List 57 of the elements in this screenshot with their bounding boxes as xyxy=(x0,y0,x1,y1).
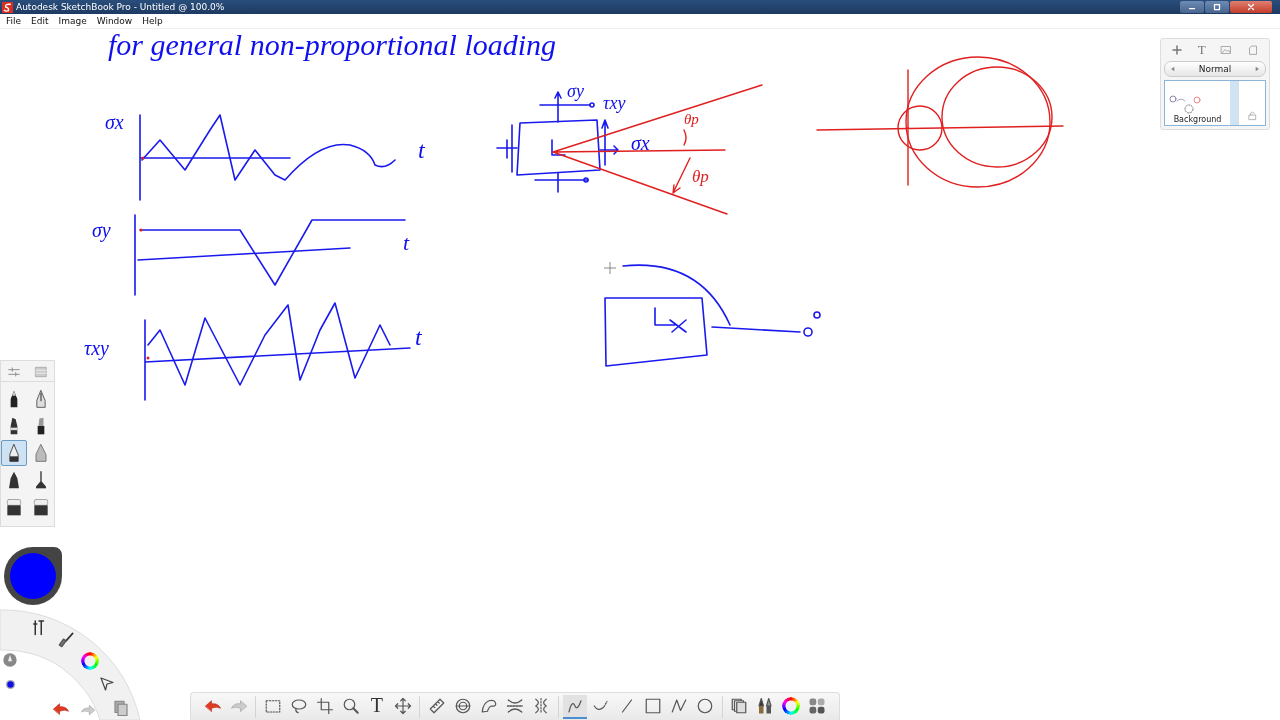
left-arrow-icon xyxy=(1169,65,1177,73)
text-tool-button[interactable]: T xyxy=(365,694,389,719)
cursor-icon xyxy=(603,261,617,275)
zoom-icon xyxy=(341,696,360,715)
close-icon xyxy=(1246,2,1256,12)
menu-item[interactable]: File xyxy=(2,16,26,26)
symmetry-icon xyxy=(532,696,550,715)
layer-item[interactable]: Background xyxy=(1164,80,1266,126)
freehand-stroke-button[interactable] xyxy=(563,694,587,719)
rectangle-icon xyxy=(644,696,663,715)
add-layer-icon[interactable] xyxy=(1171,44,1184,56)
blend-mode-selector[interactable]: Normal xyxy=(1164,61,1266,77)
window-title: Autodesk SketchBook Pro - Untitled @ 100.0% xyxy=(16,2,225,12)
copy-icon xyxy=(112,698,130,718)
minimize-button[interactable] xyxy=(1180,1,1204,13)
pointer-icon xyxy=(98,675,116,693)
handwritten-label: τxy xyxy=(84,338,109,358)
brush-tip-icon xyxy=(2,652,18,668)
right-arrow-icon xyxy=(1253,65,1261,73)
handwritten-label: σy xyxy=(92,220,111,240)
layers-icon xyxy=(730,696,749,715)
undo-icon xyxy=(50,700,72,718)
layer-name: Background xyxy=(1172,115,1223,124)
handwritten-label: t xyxy=(403,232,410,254)
handwritten-label: θp xyxy=(692,168,709,185)
add-text-layer-button[interactable]: T xyxy=(1197,42,1206,58)
sliders-icon[interactable] xyxy=(7,365,22,379)
ellipse-icon xyxy=(696,696,715,715)
handwritten-label: θp xyxy=(684,112,699,127)
handwritten-label: σy xyxy=(567,82,584,100)
close-button[interactable] xyxy=(1230,1,1272,13)
ruler-icon xyxy=(427,696,446,715)
polyline-icon xyxy=(670,696,689,715)
handwritten-label: t xyxy=(415,325,422,349)
color-puck[interactable] xyxy=(4,547,62,605)
redo-icon xyxy=(78,702,98,718)
handwritten-label: for general non-proportional loading xyxy=(108,30,557,60)
menu-item[interactable]: Window xyxy=(92,16,137,26)
menu-item[interactable]: Edit xyxy=(27,16,53,26)
paintbrush-icon xyxy=(56,630,76,650)
maximize-button[interactable] xyxy=(1205,1,1229,13)
lasso-icon xyxy=(289,696,308,715)
handwritten-label: σx xyxy=(631,133,650,153)
handwritten-label: τxy xyxy=(603,94,626,112)
handwritten-label: σx xyxy=(105,112,124,132)
move-icon xyxy=(393,696,412,715)
color-dot-icon xyxy=(5,679,16,690)
brush-button[interactable] xyxy=(0,440,27,466)
menu-item[interactable]: Help xyxy=(138,16,167,26)
crop-icon xyxy=(315,696,334,715)
maximize-icon xyxy=(1212,2,1222,12)
menu-item[interactable]: Image xyxy=(54,16,91,26)
color-swatch-grid-icon xyxy=(808,696,827,715)
symmetry-icon xyxy=(505,696,524,715)
ellipse-guide-icon xyxy=(453,696,472,715)
brushes-icon xyxy=(756,696,775,715)
handwritten-label: t xyxy=(418,138,425,162)
